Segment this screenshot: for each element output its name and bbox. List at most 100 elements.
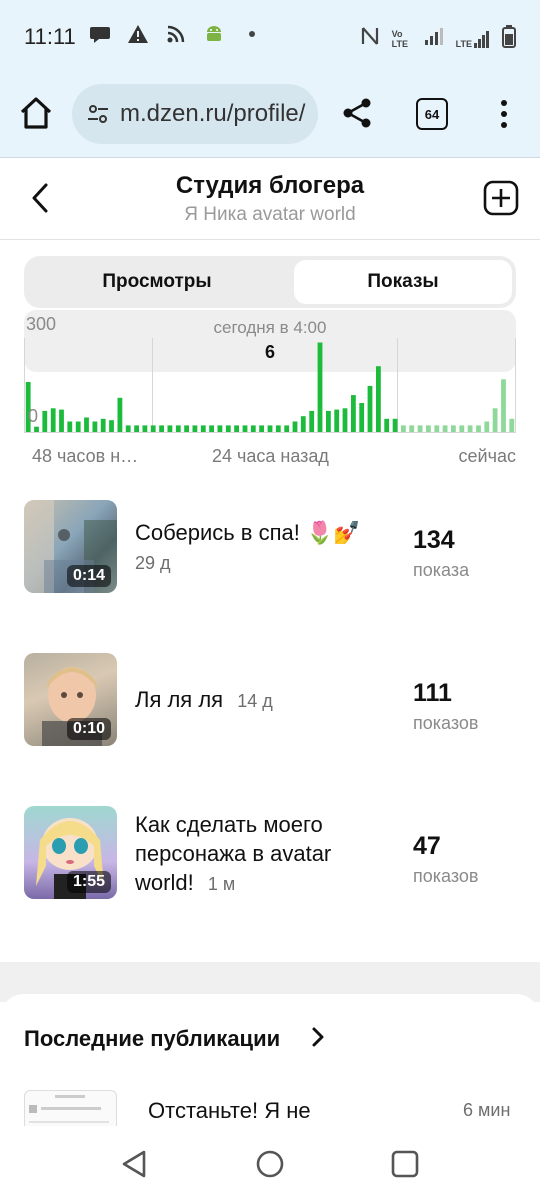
chart-x-tick-label: 48 часов н… <box>32 446 139 466</box>
latest-publications-card: Последние публикации Отстаньте! Я не 6 м… <box>0 994 540 1134</box>
chart-bar[interactable] <box>192 425 198 432</box>
nav-back-button[interactable] <box>118 1148 150 1180</box>
tab-impressions[interactable]: Показы <box>294 260 512 304</box>
latest-publications-link[interactable] <box>308 1024 328 1050</box>
lte-label: LTE <box>455 38 472 49</box>
chat-icon <box>88 22 112 46</box>
chart-bar[interactable] <box>217 425 223 432</box>
chart-bar[interactable] <box>209 425 214 432</box>
chart-bar[interactable] <box>159 425 164 432</box>
chart-bar[interactable] <box>451 425 456 432</box>
chart-bar[interactable] <box>392 418 398 432</box>
more-vert-icon <box>501 100 507 128</box>
chart-bar[interactable] <box>259 425 264 432</box>
chart-bar[interactable] <box>200 425 206 432</box>
chart-bar[interactable] <box>100 418 106 432</box>
chart-bar[interactable] <box>351 395 356 432</box>
home-button[interactable] <box>18 94 54 134</box>
chart-bar[interactable] <box>292 421 298 433</box>
site-settings-icon[interactable] <box>86 102 110 126</box>
video-thumbnail[interactable]: 0:10 <box>24 653 117 746</box>
tab-views[interactable]: Просмотры <box>48 260 266 304</box>
chart-bar[interactable] <box>234 425 239 432</box>
status-time: 11:11 <box>24 24 76 49</box>
chart-bar[interactable] <box>150 425 156 432</box>
share-button[interactable] <box>340 96 374 130</box>
video-thumbnail[interactable]: 1:55 <box>24 806 117 899</box>
video-duration: 0:14 <box>66 565 111 587</box>
chart-bar[interactable] <box>242 425 248 432</box>
chart-bar[interactable] <box>476 425 481 432</box>
chart-bar[interactable] <box>267 425 273 432</box>
chart-bar[interactable] <box>367 385 373 432</box>
chart-bar[interactable] <box>92 421 98 433</box>
chart-bar[interactable] <box>501 379 506 432</box>
video-row[interactable]: 0:14 Соберись в спа! 🌷💅 29 д 134 показа <box>24 500 516 594</box>
chart-bar[interactable] <box>467 425 473 432</box>
system-navigation-bar <box>0 1126 540 1200</box>
video-duration: 1:55 <box>66 871 111 893</box>
video-impressions-unit: показов <box>413 713 479 733</box>
chart-bar[interactable] <box>284 425 290 432</box>
chart-bar[interactable] <box>384 418 390 432</box>
chart-bar[interactable] <box>484 421 490 433</box>
chart-bar[interactable] <box>359 403 365 432</box>
chart-bar[interactable] <box>376 366 381 432</box>
chart-bar[interactable] <box>250 425 256 432</box>
url-text: m.dzen.ru/profile/ <box>120 100 306 127</box>
chart-bar[interactable] <box>175 425 181 432</box>
tab-switcher-button[interactable]: 64 <box>416 98 448 130</box>
chart-bar[interactable] <box>142 425 148 432</box>
lte-signal-icon: LTE <box>456 29 490 49</box>
dot-icon <box>240 22 264 46</box>
chart-bar[interactable] <box>134 425 139 432</box>
chart-bar[interactable] <box>342 408 348 432</box>
chart-bar[interactable] <box>509 418 515 432</box>
chart-bar[interactable] <box>75 421 81 433</box>
chart-bar[interactable] <box>309 410 315 432</box>
video-thumbnail[interactable]: 0:14 <box>24 500 117 593</box>
rss-icon <box>164 22 188 46</box>
plus-square-icon <box>483 180 519 216</box>
chart-bar[interactable] <box>426 425 431 432</box>
status-right-icons: Vo LTE LTE <box>360 24 516 53</box>
chart-bar[interactable] <box>434 425 440 432</box>
video-row[interactable]: 1:55 Как сделать моего персонажа в avata… <box>24 806 516 900</box>
chart-bar[interactable] <box>409 425 415 432</box>
chart-bar[interactable] <box>34 426 39 432</box>
chart-bar[interactable] <box>442 425 448 432</box>
status-bar: 11:11 Vo LTE LTE <box>0 0 540 72</box>
video-row[interactable]: 0:10 Ля ля ля 14 д 111 показов <box>24 653 516 747</box>
chart-bar[interactable] <box>334 409 340 432</box>
chart-bar[interactable] <box>167 425 173 432</box>
video-title-block: Соберись в спа! 🌷💅 29 д <box>135 518 375 578</box>
chart-bar[interactable] <box>401 425 406 432</box>
impressions-chart[interactable]: 300 0 сегодня в 4:00 6 <box>24 310 516 436</box>
chart-bar[interactable] <box>492 408 498 432</box>
overflow-menu-button[interactable] <box>494 96 514 132</box>
add-publication-button[interactable] <box>483 180 519 216</box>
publication-title[interactable]: Отстаньте! Я не <box>148 1098 311 1124</box>
chart-bar[interactable] <box>184 425 189 432</box>
chart-bar[interactable] <box>125 425 131 432</box>
chart-bar[interactable] <box>109 420 114 432</box>
chart-bar[interactable] <box>326 410 331 432</box>
chart-bar[interactable] <box>84 417 89 433</box>
nav-recents-button[interactable] <box>389 1148 421 1180</box>
nav-home-button[interactable] <box>254 1148 286 1180</box>
chart-bar[interactable] <box>275 425 281 432</box>
volte-icon: Vo LTE <box>391 28 408 49</box>
chart-bar[interactable] <box>225 425 231 432</box>
address-bar[interactable]: m.dzen.ru/profile/ <box>72 84 318 144</box>
status-left-icons <box>88 22 264 46</box>
video-impressions-count: 47 <box>413 832 441 860</box>
chart-bar[interactable] <box>59 409 64 432</box>
chart-bar[interactable] <box>67 421 73 433</box>
chart-bar[interactable] <box>417 425 423 432</box>
chart-bar[interactable] <box>459 425 465 432</box>
latest-publications-title[interactable]: Последние публикации <box>24 1026 280 1052</box>
chart-bar[interactable] <box>300 416 306 432</box>
chart-bar[interactable] <box>117 397 123 432</box>
chart-bar[interactable] <box>42 410 48 432</box>
chart-bar[interactable] <box>50 408 56 432</box>
